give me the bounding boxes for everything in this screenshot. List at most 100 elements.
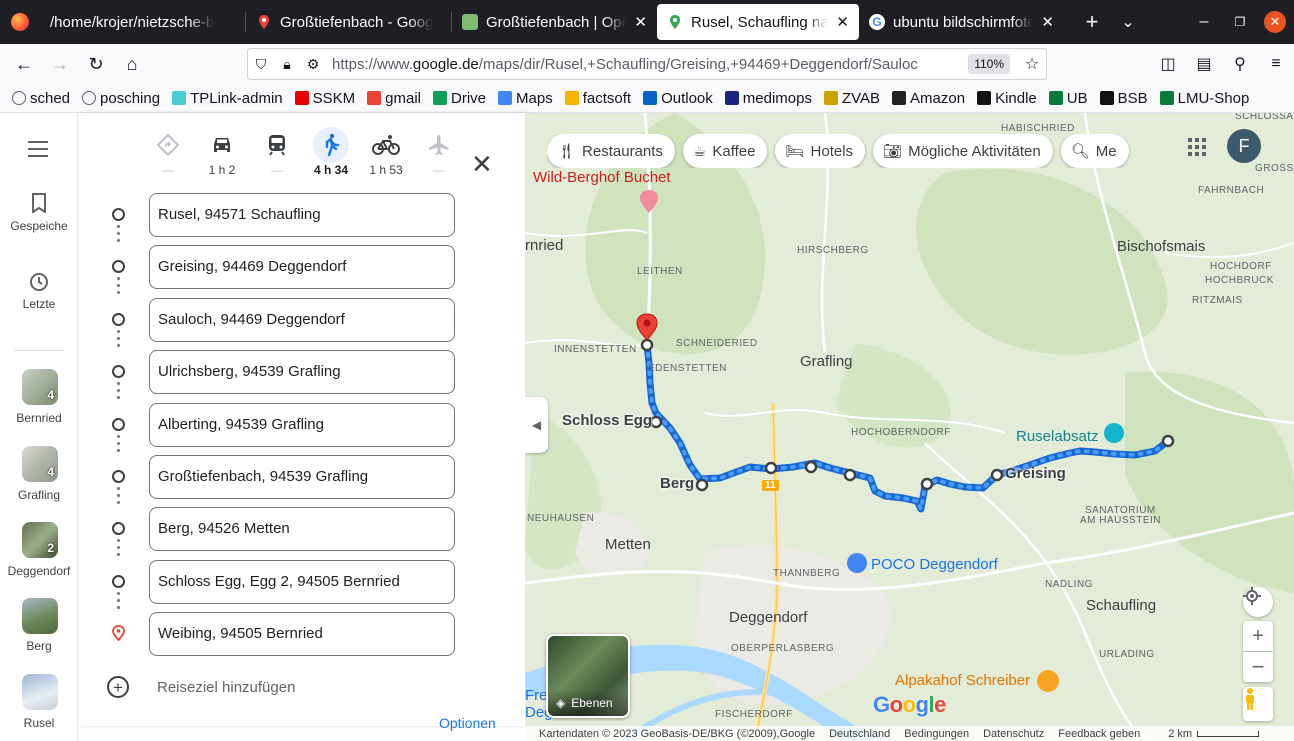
home-icon[interactable]: ⌂	[114, 46, 150, 82]
map-poi-label[interactable]: Ruselabsatz	[1016, 428, 1099, 445]
privacy-link[interactable]: Datenschutz	[983, 728, 1044, 740]
bookmark-item[interactable]: Outlook	[643, 90, 713, 107]
maximize-icon[interactable]: ❐	[1222, 15, 1258, 29]
bookmark-item[interactable]: Maps	[498, 90, 553, 107]
bookmark-item[interactable]: LMU-Shop	[1159, 90, 1249, 107]
chip-activities[interactable]: 📷︎ Mögliche Aktivitäten	[873, 134, 1053, 168]
stop-input[interactable]: Rusel, 94571 Schaufling	[149, 193, 455, 237]
waypoint-circle-icon[interactable]	[112, 313, 125, 326]
waypoint-circle-icon[interactable]	[112, 260, 125, 273]
bookmark-item[interactable]: Amazon	[892, 90, 965, 107]
street-view-pegman[interactable]	[1243, 687, 1273, 721]
bookmark-item[interactable]: SSKM	[294, 90, 355, 107]
stop-input[interactable]: Alberting, 94539 Grafling	[149, 403, 455, 447]
waypoint-circle-icon[interactable]	[112, 575, 125, 588]
country-link[interactable]: Deutschland	[829, 728, 890, 740]
chip-restaurants[interactable]: 🍴︎ Restaurants	[547, 134, 675, 168]
map-canvas[interactable]: HABISCHRIED SCHLOSSAU GROSSEI FAHRNBACH …	[525, 113, 1294, 741]
bookmark-item[interactable]: ZVAB	[823, 90, 880, 107]
mode-car[interactable]: 1 h 2	[194, 127, 250, 177]
bookmark-item[interactable]: Kindle	[977, 90, 1037, 107]
layers-button[interactable]: ◈ Ebenen	[546, 634, 630, 718]
stop-input[interactable]: Sauloch, 94469 Deggendorf	[149, 298, 455, 342]
google-apps-icon[interactable]	[1187, 137, 1207, 157]
recent-place-thumbnail[interactable]: 4	[22, 369, 58, 405]
zoom-out-button[interactable]: −	[1243, 652, 1273, 682]
map-poi-label[interactable]: POCO Deggendorf	[871, 556, 998, 573]
collapse-panel-button[interactable]: ◀	[525, 397, 548, 453]
add-destination-button[interactable]: + Reiseziel hinzufügen	[107, 676, 295, 698]
bookmark-item[interactable]: UB	[1048, 90, 1088, 107]
close-directions-icon[interactable]: ✕	[471, 149, 493, 180]
zoom-in-button[interactable]: +	[1243, 621, 1273, 651]
recent-place-thumbnail[interactable]: 4	[22, 446, 58, 482]
stop-input[interactable]: Großtiefenbach, 94539 Grafling	[149, 455, 455, 499]
mode-transit[interactable]: —	[249, 127, 305, 177]
recent-place-label[interactable]: Bernried	[0, 411, 78, 425]
close-icon[interactable]: ✕	[836, 13, 849, 31]
chip-more[interactable]: 🔍︎ Me	[1060, 134, 1129, 168]
chip-hotels[interactable]: 🛏︎ Hotels	[775, 134, 866, 168]
bookmark-star-icon[interactable]: ☆	[1018, 54, 1046, 74]
stop-input[interactable]: Berg, 94526 Metten	[149, 507, 455, 551]
pocket-icon[interactable]: ◫	[1150, 54, 1186, 74]
close-icon[interactable]: ✕	[1041, 13, 1054, 31]
mode-best[interactable]: —	[140, 127, 196, 177]
stop-input[interactable]: Weibing, 94505 Bernried	[149, 612, 455, 656]
recent-place-label[interactable]: Deggendorf	[0, 564, 78, 578]
shield-icon[interactable]: ⛉	[248, 56, 274, 73]
recent-place-thumbnail[interactable]	[22, 674, 58, 710]
stop-input[interactable]: Greising, 94469 Deggendorf	[149, 245, 455, 289]
waypoint-circle-icon[interactable]	[112, 470, 125, 483]
map-poi-label[interactable]: Alpakahof Schreiber	[895, 672, 1030, 689]
bookmark-item[interactable]: medimops	[724, 90, 812, 107]
account-avatar[interactable]: F	[1227, 129, 1261, 163]
recent-place-thumbnail[interactable]	[22, 598, 58, 634]
rail-recent[interactable]: Letzte	[0, 271, 78, 311]
back-icon[interactable]: ←	[6, 46, 42, 82]
tab-osm[interactable]: Großtiefenbach | Oper ✕	[452, 0, 657, 44]
my-location-button[interactable]	[1243, 587, 1273, 617]
hamburger-menu-icon[interactable]	[28, 141, 48, 162]
new-tab-button[interactable]: +	[1074, 9, 1110, 35]
scale-indicator[interactable]: 2 km	[1154, 728, 1260, 740]
options-link[interactable]: Optionen	[439, 715, 496, 731]
reload-icon[interactable]: ↻	[78, 46, 114, 82]
bookmark-item[interactable]: Drive	[433, 90, 486, 107]
waypoint-circle-icon[interactable]	[112, 365, 125, 378]
rail-saved[interactable]: Gespeiche	[0, 193, 78, 233]
tab-active-route[interactable]: Rusel, Schaufling nach ✕	[657, 4, 859, 40]
menu-icon[interactable]: ≡	[1258, 55, 1294, 73]
url-text[interactable]: https://www.google.de/maps/dir/Rusel,+Sc…	[326, 56, 968, 73]
mode-bike[interactable]: 1 h 53	[358, 127, 414, 177]
bookmark-item[interactable]: TPLink-admin	[172, 90, 283, 107]
recent-place-label[interactable]: Rusel	[0, 716, 78, 730]
stop-input[interactable]: Ulrichsberg, 94539 Grafling	[149, 350, 455, 394]
tab-list-icon[interactable]: ⌄	[1110, 12, 1146, 32]
permissions-icon[interactable]: ⚙	[300, 56, 326, 73]
extensions-icon[interactable]: ⚲	[1222, 54, 1258, 74]
close-icon[interactable]: ✕	[634, 13, 647, 31]
lock-icon[interactable]: 🔒︎	[274, 56, 300, 73]
waypoint-circle-icon[interactable]	[112, 418, 125, 431]
bookmark-item[interactable]: posching	[82, 90, 160, 107]
reader-view-icon[interactable]: ▤	[1186, 54, 1222, 74]
waypoint-circle-icon[interactable]	[112, 522, 125, 535]
tab-maps-grosstiefenbach[interactable]: Großtiefenbach - Goog	[246, 0, 451, 44]
terms-link[interactable]: Bedingungen	[904, 728, 969, 740]
stop-input[interactable]: Schloss Egg, Egg 2, 94505 Bernried	[149, 560, 455, 604]
bookmark-item[interactable]: sched	[12, 90, 70, 107]
mode-flight[interactable]: —	[411, 127, 467, 177]
bookmark-item[interactable]: BSB	[1099, 90, 1148, 107]
tab-file[interactable]: /home/krojer/nietzsche-b	[40, 0, 245, 44]
chip-coffee[interactable]: ☕︎ Kaffee	[682, 134, 768, 168]
map-poi-label[interactable]: Wild-Berghof Buchet	[533, 169, 671, 186]
url-bar[interactable]: ⛉ 🔒︎ ⚙ https://www.google.de/maps/dir/Ru…	[247, 48, 1047, 80]
firefox-menu-icon[interactable]	[0, 0, 40, 44]
recent-place-label[interactable]: Grafling	[0, 488, 78, 502]
bookmark-item[interactable]: gmail	[367, 90, 421, 107]
mode-walk[interactable]: 4 h 34	[303, 127, 359, 177]
forward-icon[interactable]: →	[42, 46, 78, 82]
minimize-icon[interactable]: –	[1186, 13, 1222, 31]
tab-google-search[interactable]: G ubuntu bildschirmfoto ✕	[859, 0, 1064, 44]
